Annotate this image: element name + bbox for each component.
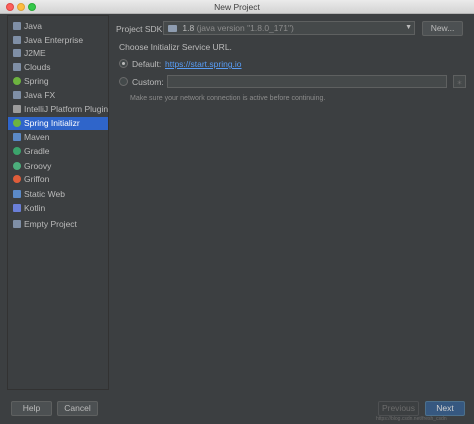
sdk-folder-icon bbox=[168, 25, 177, 32]
sidebar-item-label: J2ME bbox=[24, 48, 46, 58]
maximize-window-button[interactable] bbox=[28, 3, 36, 11]
default-url-label: Default: bbox=[132, 59, 162, 69]
sidebar-item-static-web[interactable]: Static Web bbox=[8, 188, 108, 201]
folder-icon bbox=[13, 220, 21, 228]
sidebar-item-intellij-platform-plugin[interactable]: IntelliJ Platform Plugin bbox=[8, 103, 108, 116]
static-web-icon bbox=[13, 190, 21, 198]
cloud-icon bbox=[13, 63, 21, 71]
sidebar-item-j2me[interactable]: J2ME bbox=[8, 47, 108, 60]
service-url-heading: Choose Initializr Service URL. bbox=[119, 42, 232, 52]
default-url-radio[interactable] bbox=[119, 59, 128, 68]
watermark: https://blog.csdn.net/fresh_csdn bbox=[376, 416, 447, 422]
project-sdk-label: Project SDK: bbox=[116, 24, 165, 34]
sidebar-item-empty-project[interactable]: Empty Project bbox=[8, 218, 108, 231]
new-sdk-button[interactable]: New... bbox=[422, 21, 463, 36]
settings-panel: Project SDK: 1.8 (java version "1.8.0_17… bbox=[110, 15, 474, 395]
plugin-icon bbox=[13, 105, 21, 113]
spring-initializr-icon bbox=[13, 119, 21, 127]
sidebar-item-spring-initializr[interactable]: Spring Initializr bbox=[8, 117, 108, 130]
sidebar-item-maven[interactable]: Maven bbox=[8, 131, 108, 144]
sidebar-item-label: Spring Initializr bbox=[24, 118, 80, 128]
sidebar-item-griffon[interactable]: Griffon bbox=[8, 173, 108, 186]
sidebar-item-groovy[interactable]: Groovy bbox=[8, 160, 108, 173]
cancel-button[interactable]: Cancel bbox=[57, 401, 98, 416]
help-button[interactable]: Help bbox=[11, 401, 52, 416]
window-title: New Project bbox=[214, 2, 260, 12]
sidebar-item-label: Gradle bbox=[24, 146, 50, 156]
custom-url-dropdown-button[interactable]: ⁎ bbox=[453, 75, 466, 88]
sidebar-item-label: Griffon bbox=[24, 174, 50, 184]
folder-icon bbox=[13, 91, 21, 99]
griffon-icon bbox=[13, 175, 21, 183]
dropdown-arrow-icon: ▼ bbox=[405, 24, 412, 31]
previous-button[interactable]: Previous bbox=[378, 401, 419, 416]
sidebar-item-label: Maven bbox=[24, 132, 50, 142]
gradle-icon bbox=[13, 147, 21, 155]
kotlin-icon bbox=[13, 204, 21, 212]
custom-url-radio[interactable] bbox=[119, 77, 128, 86]
custom-url-label: Custom: bbox=[132, 77, 164, 87]
sidebar-item-label: IntelliJ Platform Plugin bbox=[24, 104, 109, 114]
sidebar-item-java[interactable]: Java bbox=[8, 20, 108, 33]
sidebar-item-label: Java Enterprise bbox=[24, 35, 84, 45]
sidebar-item-java-enterprise[interactable]: Java Enterprise bbox=[8, 34, 108, 47]
sidebar-item-label: Java FX bbox=[24, 90, 56, 100]
network-hint: Make sure your network connection is act… bbox=[130, 95, 326, 102]
spring-icon bbox=[13, 77, 21, 85]
minimize-window-button[interactable] bbox=[17, 3, 25, 11]
folder-icon bbox=[13, 22, 21, 30]
title-bar: New Project bbox=[0, 0, 474, 14]
sidebar-item-kotlin[interactable]: Kotlin bbox=[8, 202, 108, 215]
project-type-list[interactable]: Java Java Enterprise J2ME Clouds Spring Java … bbox=[7, 15, 109, 390]
sidebar-item-label: Groovy bbox=[24, 161, 52, 171]
sidebar-item-label: Kotlin bbox=[24, 203, 46, 213]
sidebar-item-label: Clouds bbox=[24, 62, 51, 72]
j2me-icon bbox=[13, 49, 21, 57]
sidebar-item-label: Spring bbox=[24, 76, 49, 86]
sdk-version: 1.8 bbox=[182, 23, 195, 33]
groovy-icon bbox=[13, 162, 21, 170]
sidebar-item-label: Static Web bbox=[24, 189, 65, 199]
custom-url-input[interactable] bbox=[167, 75, 447, 88]
sidebar-item-label: Java bbox=[24, 21, 42, 31]
folder-icon bbox=[13, 36, 21, 44]
sdk-version-detail: (java version "1.8.0_171") bbox=[196, 23, 294, 33]
sidebar-item-label: Empty Project bbox=[24, 219, 77, 229]
maven-icon bbox=[13, 133, 21, 141]
sidebar-item-java-fx[interactable]: Java FX bbox=[8, 89, 108, 102]
sidebar-item-gradle[interactable]: Gradle bbox=[8, 145, 108, 158]
close-window-button[interactable] bbox=[6, 3, 14, 11]
default-url-link[interactable]: https://start.spring.io bbox=[165, 59, 242, 69]
project-sdk-select[interactable]: 1.8 (java version "1.8.0_171") ▼ bbox=[163, 21, 415, 35]
sidebar-item-spring[interactable]: Spring bbox=[8, 75, 108, 88]
next-button[interactable]: Next bbox=[425, 401, 465, 416]
sidebar-item-clouds[interactable]: Clouds bbox=[8, 61, 108, 74]
